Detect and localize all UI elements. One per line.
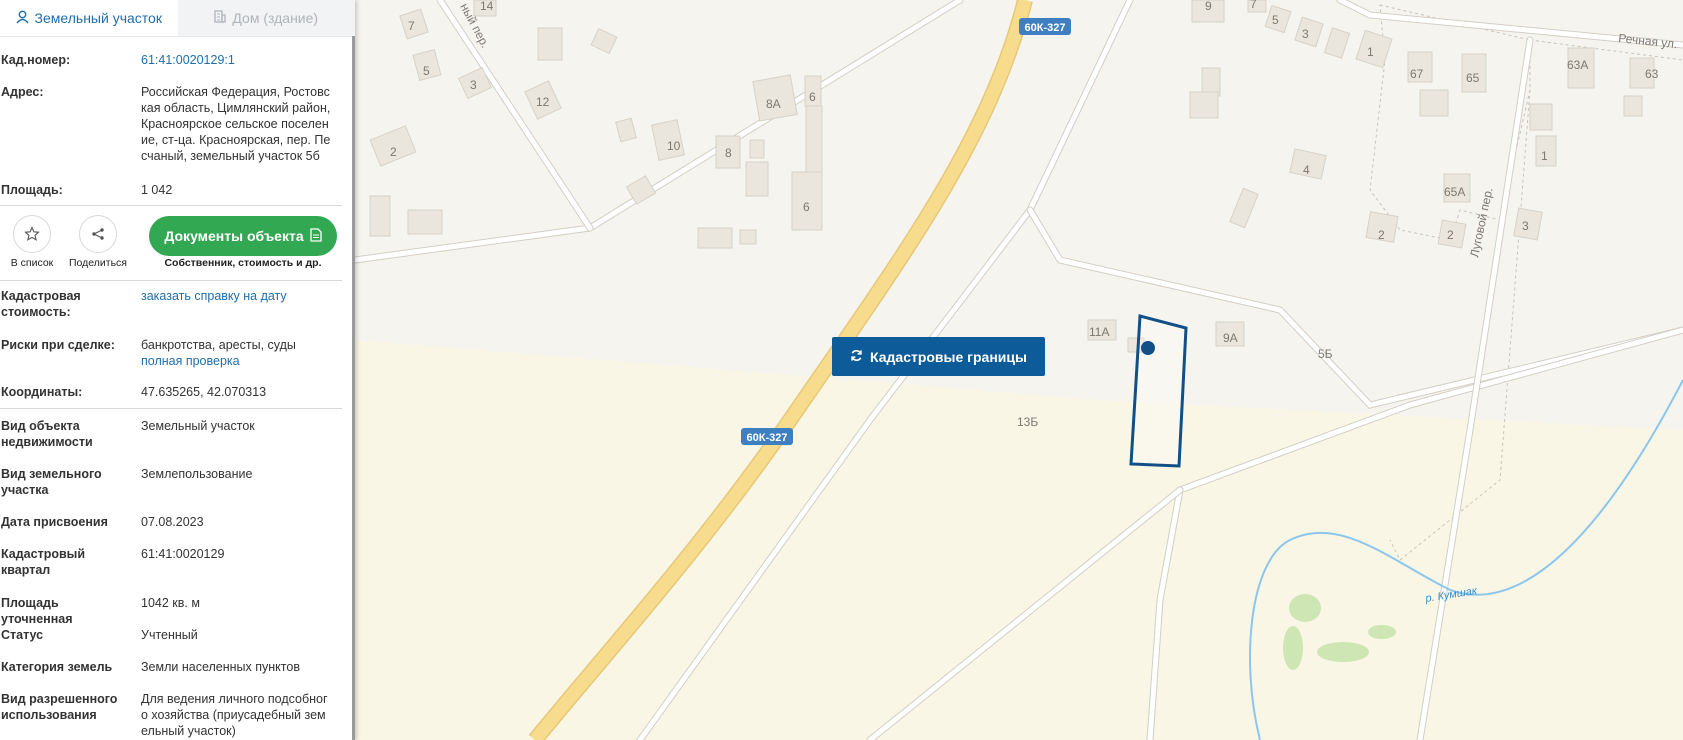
house-number: 6 xyxy=(809,90,816,104)
risks-value: банкротства, аресты, суды полная проверк… xyxy=(141,337,341,369)
share-icon xyxy=(79,215,117,253)
divider xyxy=(0,280,342,281)
parcel-marker xyxy=(1141,341,1155,355)
object-type-value: Земельный участок xyxy=(141,419,255,433)
tab-label: Дом (здание) xyxy=(232,10,319,26)
house-number: 5Б xyxy=(1318,347,1333,361)
house-number: 3 xyxy=(1302,27,1309,41)
area-exact-value: 1042 кв. м xyxy=(141,596,200,610)
divider xyxy=(0,408,342,409)
cadastral-boundaries-button[interactable]: Кадастровые границы xyxy=(832,337,1045,376)
add-to-list-label: В список xyxy=(10,257,54,269)
house-number: 7 xyxy=(408,19,415,33)
house-number: 63А xyxy=(1567,58,1588,72)
permitted-use-value: Для ведения личного подсобног о хозяйств… xyxy=(141,692,328,738)
area-value: 1 042 xyxy=(141,183,173,197)
road-shield: 60К-327 xyxy=(741,428,793,445)
add-to-list-button[interactable]: В список xyxy=(8,215,56,269)
road-shield: 60К-327 xyxy=(1019,18,1071,35)
house-number: 14 xyxy=(480,0,494,13)
cad-quarter-value: 61:41:0020129 xyxy=(141,547,225,561)
house-number: 12 xyxy=(536,95,550,109)
full-check-link[interactable]: полная проверка xyxy=(141,353,341,369)
tab-bar: Земельный участок Дом (здание) xyxy=(0,0,355,37)
status-value: Учтенный xyxy=(141,628,198,642)
svg-text:60К-327: 60К-327 xyxy=(1025,22,1066,34)
field-label: Риски при сделке: xyxy=(1,338,115,352)
house-number: 65 xyxy=(1466,71,1480,85)
field-label: Кад.номер: xyxy=(1,53,71,67)
refresh-icon xyxy=(850,349,863,365)
house-number: 2 xyxy=(390,145,397,159)
field-label: Площадь уточненная xyxy=(1,596,73,626)
house-number: 6 xyxy=(803,200,810,214)
house-number: 8 xyxy=(725,146,732,160)
star-icon xyxy=(13,215,51,253)
house-number: 1 xyxy=(1541,149,1548,163)
info-panel: Земельный участок Дом (здание) Кад.номер… xyxy=(0,0,355,740)
house-number: 9 xyxy=(1205,0,1212,13)
cadastral-boundaries-label: Кадастровые границы xyxy=(870,348,1027,365)
share-button[interactable]: Поделиться xyxy=(66,215,130,269)
cad-number-link[interactable]: 61:41:0020129:1 xyxy=(141,52,341,68)
documents-subtitle: Собственник, стоимость и др. xyxy=(164,257,322,269)
person-pin-icon xyxy=(15,10,29,27)
tab-building[interactable]: Дом (здание) xyxy=(177,0,355,36)
field-label: Координаты: xyxy=(1,385,83,399)
share-label: Поделиться xyxy=(69,257,127,269)
field-label: Кадастровая стоимость: xyxy=(1,289,81,319)
house-number: 10 xyxy=(667,139,681,153)
field-label: Вид разрешенного использования xyxy=(1,692,118,722)
house-number: 8А xyxy=(766,97,781,111)
divider xyxy=(0,205,342,206)
tab-land-plot[interactable]: Земельный участок xyxy=(0,0,178,36)
field-label: Вид земельного участка xyxy=(1,467,102,497)
house-number: 65А xyxy=(1444,185,1465,199)
field-label: Адрес: xyxy=(1,85,44,99)
building-icon xyxy=(214,10,227,26)
house-number: 2 xyxy=(1447,228,1454,242)
house-number: 63 xyxy=(1645,67,1659,81)
documents-label: Документы объекта xyxy=(164,228,304,244)
house-number: 4 xyxy=(1303,163,1310,177)
document-icon xyxy=(309,227,322,245)
field-label: Вид объекта недвижимости xyxy=(1,419,93,449)
field-label: Дата присвоения xyxy=(1,515,108,529)
field-label: Категория земель xyxy=(1,660,113,674)
house-number: 5 xyxy=(1272,13,1279,27)
coordinates-value: 47.635265, 42.070313 xyxy=(141,385,267,399)
house-number: 13Б xyxy=(1017,415,1038,429)
house-number: 1 xyxy=(1367,45,1374,59)
panel-scrollbar[interactable] xyxy=(352,36,355,740)
house-number: 7 xyxy=(1250,0,1257,11)
field-label: Площадь: xyxy=(1,183,63,197)
field-label: Кадастровый квартал xyxy=(1,547,86,577)
house-number: 2 xyxy=(1378,228,1385,242)
land-category-value: Земли населенных пунктов xyxy=(141,660,300,674)
house-number: 9А xyxy=(1223,331,1238,345)
address-value: Российская Федерация, Ростовс кая област… xyxy=(141,85,331,163)
field-label: Статус xyxy=(1,628,44,642)
date-value: 07.08.2023 xyxy=(141,515,204,529)
house-number: 3 xyxy=(1522,219,1529,233)
tab-label: Земельный участок xyxy=(34,10,162,26)
order-certificate-link[interactable]: заказать справку на дату xyxy=(141,288,341,304)
house-number: 5 xyxy=(423,64,430,78)
svg-text:60К-327: 60К-327 xyxy=(747,432,788,444)
land-type-value: Землепользование xyxy=(141,467,253,481)
house-number: 11А xyxy=(1089,325,1109,339)
house-number: 3 xyxy=(470,78,477,92)
house-number: 67 xyxy=(1410,67,1424,81)
documents-button[interactable]: Документы объекта xyxy=(149,216,337,256)
